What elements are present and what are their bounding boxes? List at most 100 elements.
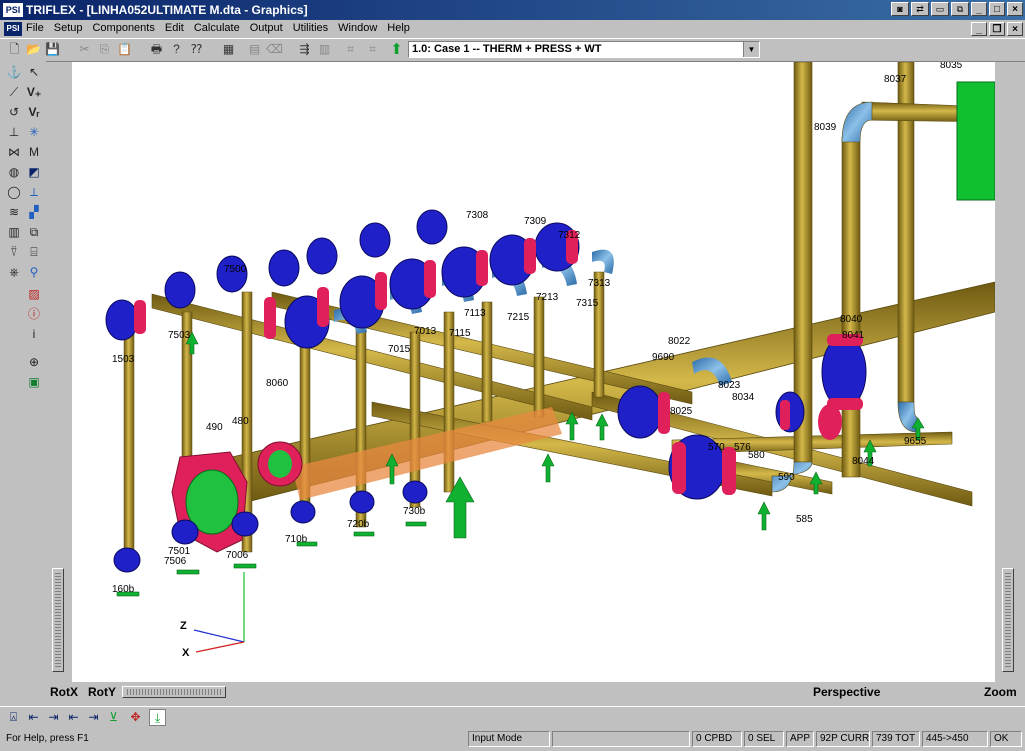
zoom-label[interactable]: Zoom [984, 685, 1017, 699]
vplus-icon[interactable]: V₊ [25, 83, 43, 101]
vr-icon[interactable]: Vᵣ [25, 103, 43, 121]
menu-calculate[interactable]: Calculate [194, 22, 240, 34]
restraint-icon[interactable]: ⚲ [25, 263, 43, 281]
joint-icon[interactable]: ◯ [5, 183, 23, 201]
info-icon[interactable]: i [25, 325, 43, 343]
arrange-icon[interactable]: ⇄ [911, 2, 929, 16]
report-icon[interactable]: ⌗ [342, 41, 359, 58]
menu-components[interactable]: Components [92, 22, 154, 34]
eraser-icon[interactable]: ⌫ [266, 41, 283, 58]
graphics-viewport[interactable]: 8035 8037 8039 7308 7309 7312 7313 7315 7215 7213… [72, 62, 995, 682]
maximize-button[interactable]: □ [989, 2, 1005, 16]
download-icon[interactable]: ⤓ [149, 709, 166, 726]
save-icon[interactable]: 💾 [44, 41, 61, 58]
status-ok: OK [990, 731, 1022, 747]
menu-utilities[interactable]: Utilities [293, 22, 328, 34]
pointer-icon[interactable]: ↖ [25, 63, 43, 81]
info-circle-icon[interactable]: ⓘ [25, 305, 43, 323]
spring-icon[interactable]: ≋ [5, 203, 23, 221]
step-prev-icon[interactable]: ⇥ [45, 709, 62, 726]
menu-output[interactable]: Output [250, 22, 283, 34]
pipe-icon[interactable]: ⟋ [5, 83, 23, 101]
doc-close-button[interactable]: × [1007, 22, 1023, 36]
document-icon[interactable]: PSI [4, 22, 22, 36]
help-icon[interactable]: ? [168, 41, 185, 58]
restore-icon[interactable]: ▭ [931, 2, 949, 16]
camera-icon[interactable]: ◙ [891, 2, 909, 16]
step-first-icon[interactable]: ⇤ [25, 709, 42, 726]
reducer-icon[interactable]: M [25, 143, 43, 161]
cross-icon[interactable]: ✳ [25, 123, 43, 141]
page-icon[interactable]: ▤ [246, 41, 263, 58]
doc-minimize-button[interactable]: _ [971, 22, 987, 36]
connect-icon[interactable]: ⧉ [25, 223, 43, 241]
menu-window[interactable]: Window [338, 22, 377, 34]
flange-icon[interactable]: ◍ [5, 163, 23, 181]
stress-icon[interactable]: ▨ [25, 285, 43, 303]
plane-icon[interactable]: ◩ [25, 163, 43, 181]
new-file-icon[interactable]: 🗋 [6, 41, 23, 58]
bend-icon[interactable]: ↺ [5, 103, 23, 121]
grid-icon[interactable]: ▦ [220, 41, 237, 58]
valve-icon[interactable]: ⋈ [5, 143, 23, 161]
node-label: 160b [112, 584, 135, 595]
node-label: 8022 [668, 336, 691, 347]
rot-left-slider[interactable] [52, 568, 64, 672]
expansion-icon[interactable]: ▥ [5, 223, 23, 241]
chevron-down-icon[interactable]: ▼ [743, 42, 759, 57]
node-label: 1503 [112, 354, 135, 365]
tee-icon[interactable]: ⊥ [5, 123, 23, 141]
status-tot: 739 TOT [872, 731, 920, 747]
up-arrow-icon[interactable]: ⬆ [388, 41, 405, 58]
menu-help[interactable]: Help [387, 22, 410, 34]
axis-triad: Z X [180, 572, 245, 659]
step-next-icon[interactable]: ⇤ [65, 709, 82, 726]
anchor-icon[interactable]: ⚓ [5, 63, 23, 81]
node-label: 7313 [588, 278, 611, 289]
node-label: 8040 [840, 314, 863, 325]
split-icon[interactable]: ⇶ [296, 41, 313, 58]
main-toolbar: 🗋 📂 💾 ✂ ⎘ 📋 🖶 ? ⁇ ▦ ▤ ⌫ ⇶ ▥ ⌗ ⌗ ⬆ 1.0: C… [0, 38, 1025, 62]
paste-icon[interactable]: 📋 [116, 41, 133, 58]
hanger-icon[interactable]: ⍢ [5, 243, 23, 261]
target-icon[interactable]: ⊕ [25, 353, 43, 371]
chart-icon[interactable]: ▞ [25, 203, 43, 221]
equipment-block [956, 81, 995, 201]
piping-model: 8035 8037 8039 7308 7309 7312 7313 7315 7215 7213… [105, 62, 995, 659]
status-sel: 0 SEL [744, 731, 784, 747]
context-help-icon[interactable]: ⁇ [188, 41, 205, 58]
menu-edit[interactable]: Edit [165, 22, 184, 34]
close-button[interactable]: × [1007, 2, 1023, 16]
menu-file[interactable]: File [26, 22, 44, 34]
load-case-select[interactable]: 1.0: Case 1 -- THERM + PRESS + WT ▼ [408, 41, 760, 58]
roty-slider[interactable] [122, 686, 226, 698]
open-folder-icon[interactable]: 📂 [25, 41, 42, 58]
doc-restore-button[interactable]: ❐ [989, 22, 1005, 36]
node-label: 7312 [558, 230, 581, 241]
cascade-icon[interactable]: ⧉ [951, 2, 969, 16]
support-icon[interactable]: ⊻ [105, 709, 122, 726]
node-label: 570 [708, 442, 725, 453]
step-last-icon[interactable]: ⇥ [85, 709, 102, 726]
bottom-toolbar: ⍓ ⇤ ⇥ ⇤ ⇥ ⊻ ✥ ⤓ [0, 706, 1025, 729]
report2-icon[interactable]: ⌗ [364, 41, 381, 58]
copy-icon[interactable]: ⎘ [96, 41, 113, 58]
minimize-button[interactable]: _ [971, 2, 987, 16]
node-icon[interactable]: ⍓ [5, 709, 22, 726]
roty-label[interactable]: RotY [88, 685, 116, 699]
zoom-box-icon[interactable]: ▣ [25, 373, 43, 391]
merge-icon[interactable]: ▥ [316, 41, 333, 58]
print-icon[interactable]: 🖶 [148, 41, 165, 58]
nozzle-icon[interactable]: ⌸ [25, 243, 43, 261]
node-label: 7015 [388, 344, 411, 355]
axis-icon[interactable]: ⟂ [25, 183, 43, 201]
menu-setup[interactable]: Setup [54, 22, 83, 34]
rotx-label[interactable]: RotX [50, 685, 78, 699]
load-icon[interactable]: ✥ [127, 709, 144, 726]
zoom-right-slider[interactable] [1002, 568, 1014, 672]
guide-icon[interactable]: ⎈ [5, 263, 23, 281]
app-icon[interactable]: PSI [3, 3, 23, 17]
node-label: 7215 [507, 312, 530, 323]
perspective-label[interactable]: Perspective [813, 685, 880, 699]
cut-icon[interactable]: ✂ [76, 41, 93, 58]
